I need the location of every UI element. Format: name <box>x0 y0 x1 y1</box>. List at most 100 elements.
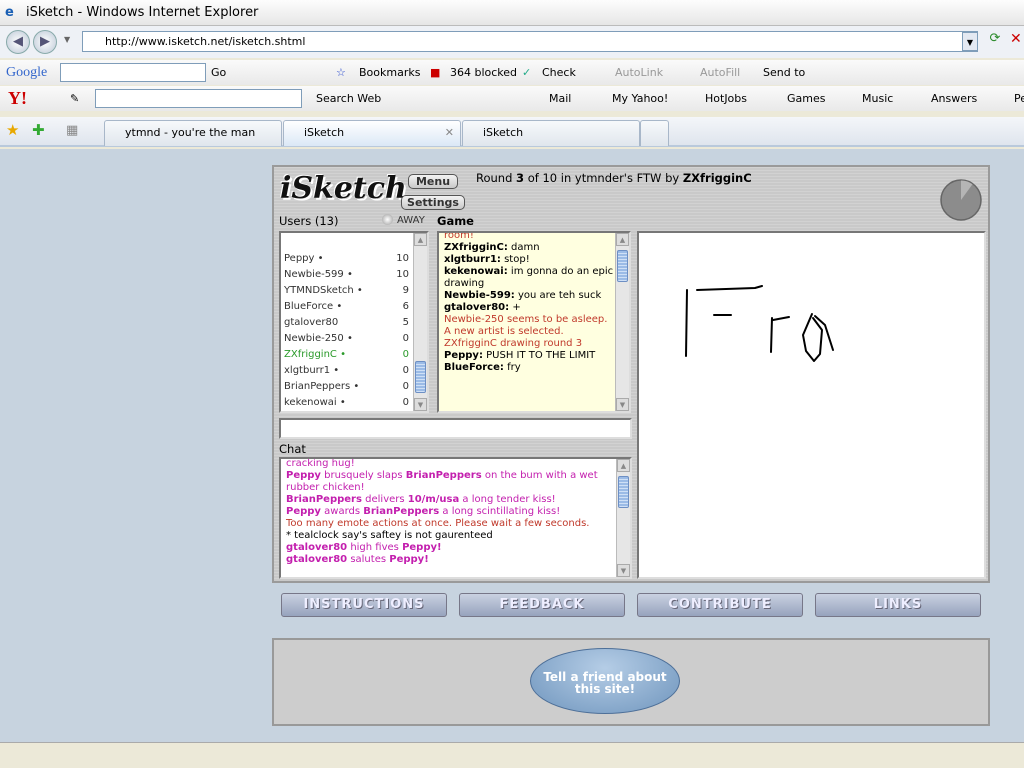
user-row[interactable]: BlueForce • 6 <box>284 299 409 315</box>
add-favorite-icon[interactable]: ✚ <box>32 121 45 139</box>
drawing-canvas[interactable] <box>637 231 986 579</box>
user-row[interactable]: xlgtburr1 • 0 <box>284 363 409 379</box>
user-row[interactable]: Newbie-250 • 0 <box>284 331 409 347</box>
scroll-thumb[interactable] <box>617 250 628 282</box>
window-title-bar: e iSketch - Windows Internet Explorer <box>0 0 1024 26</box>
user-score: 10 <box>396 269 409 280</box>
bookmarks-button[interactable]: Bookmarks <box>359 60 420 85</box>
address-dropdown-icon[interactable]: ▼ <box>962 32 978 51</box>
user-score: 0 <box>402 365 409 376</box>
tell-a-friend-button[interactable]: Tell a friend about this site! <box>530 648 680 714</box>
tab-label: iSketch <box>304 126 345 139</box>
send-to-button[interactable]: Send to <box>763 60 805 85</box>
user-row[interactable]: ZXfrigginC • 0 <box>284 347 409 363</box>
game-message: kekenowai: im gonna do an epic drawing <box>444 266 614 289</box>
user-row[interactable]: Newbie-599 • 10 <box>284 267 409 283</box>
user-score: 0 <box>402 333 409 344</box>
google-logo: Google <box>6 65 48 80</box>
away-label: AWAY <box>397 215 425 226</box>
my-yahoo-button[interactable]: My Yahoo! <box>612 86 668 111</box>
user-score: 0 <box>402 349 409 360</box>
search-web-button[interactable]: Search Web <box>316 86 381 111</box>
scroll-up-icon[interactable]: ▲ <box>414 233 427 246</box>
user-row[interactable]: YTMNDSketch • 9 <box>284 283 409 299</box>
user-score: 6 <box>402 301 409 312</box>
more-button[interactable]: Pe <box>1014 86 1024 111</box>
pencil-icon[interactable]: ✎ <box>70 86 79 111</box>
settings-button[interactable]: Settings <box>401 195 465 210</box>
away-radio[interactable] <box>382 214 393 225</box>
hotjobs-button[interactable]: HotJobs <box>705 86 747 111</box>
google-go-button[interactable]: Go <box>211 60 226 85</box>
chat-scrollbar[interactable]: ▲ ▼ <box>616 459 630 577</box>
feedback-button[interactable]: FEEDBACK <box>459 593 625 617</box>
user-name: Peppy • <box>284 253 324 264</box>
chat-message: BrianPeppers delivers 10/m/usa a long te… <box>286 494 556 505</box>
scroll-up-icon[interactable]: ▲ <box>616 233 629 246</box>
ie-icon: e <box>5 5 14 20</box>
user-row[interactable]: gtalover80 5 <box>284 315 409 331</box>
tab-label: iSketch <box>483 126 524 139</box>
menu-button[interactable]: Menu <box>408 174 458 189</box>
history-dropdown-icon[interactable]: ▼ <box>64 35 70 44</box>
chat-message: Too many emote actions at once. Please w… <box>286 518 590 529</box>
tab-isketch-active[interactable]: iSketch ✕ <box>283 120 461 146</box>
mail-button[interactable]: Mail <box>549 86 571 111</box>
stroke <box>685 289 688 357</box>
popup-blocked-count[interactable]: 364 blocked <box>450 60 517 85</box>
close-tab-icon[interactable]: ✕ <box>445 121 454 145</box>
scroll-down-icon[interactable]: ▼ <box>616 398 629 411</box>
answers-button[interactable]: Answers <box>931 86 977 111</box>
back-button[interactable]: ◀ <box>6 30 30 54</box>
user-name: Newbie-599 • <box>284 269 353 280</box>
stop-icon[interactable]: ✕ <box>1010 31 1022 47</box>
user-row[interactable]: kekenowai • 0 <box>284 395 409 411</box>
game-message: BlueForce: fry <box>444 362 521 373</box>
stroke <box>814 315 834 351</box>
address-input[interactable]: http://www.isketch.net/isketch.shtml <box>82 31 978 52</box>
refresh-icon[interactable]: ⟳ <box>984 31 1006 52</box>
user-row[interactable]: Peppy • 10 <box>284 251 409 267</box>
music-button[interactable]: Music <box>862 86 893 111</box>
scroll-thumb[interactable] <box>415 361 426 393</box>
scroll-thumb[interactable] <box>618 476 629 508</box>
user-row[interactable]: BrianPeppers • 0 <box>284 379 409 395</box>
yahoo-logo[interactable]: Y! <box>8 86 27 111</box>
check-button[interactable]: Check <box>542 60 576 85</box>
users-label: Users (13) <box>279 214 339 228</box>
chat-message: Peppy awards BrianPeppers a long scintil… <box>286 506 561 517</box>
tab-isketch[interactable]: iSketch <box>462 120 640 146</box>
user-name: YTMNDSketch • <box>284 285 363 296</box>
stroke <box>696 285 763 291</box>
user-name: kekenowai • <box>284 397 346 408</box>
favorites-star-icon[interactable]: ★ <box>6 121 19 139</box>
game-log-scrollbar[interactable]: ▲ ▼ <box>615 233 629 411</box>
guess-input[interactable] <box>279 418 632 439</box>
tab-ytmnd[interactable]: ytmnd - you're the man now ... <box>104 120 282 163</box>
scroll-up-icon[interactable]: ▲ <box>617 459 630 472</box>
game-message: ZXfrigginC drawing round 3 <box>444 338 583 349</box>
chat-message: cracking hug! <box>286 458 355 469</box>
scroll-down-icon[interactable]: ▼ <box>414 398 427 411</box>
users-scrollbar[interactable]: ▲ ▼ <box>413 233 427 411</box>
games-button[interactable]: Games <box>787 86 825 111</box>
new-tab-button[interactable] <box>640 120 669 146</box>
forward-button[interactable]: ▶ <box>33 30 57 54</box>
stroke <box>770 317 773 353</box>
instructions-button[interactable]: INSTRUCTIONS <box>281 593 447 617</box>
autofill-button[interactable]: AutoFill <box>700 60 740 85</box>
round-info: Round 3 of 10 in ytmnder's FTW by ZXfrig… <box>476 171 752 185</box>
google-search-input[interactable] <box>60 63 206 82</box>
tell-a-friend-label: Tell a friend about this site! <box>543 670 667 696</box>
user-name: BlueForce • <box>284 301 343 312</box>
scroll-down-icon[interactable]: ▼ <box>617 564 630 577</box>
game-message: room! <box>444 231 474 241</box>
yahoo-search-input[interactable] <box>95 89 302 108</box>
user-name: BrianPeppers • <box>284 381 360 392</box>
sketch-drawing <box>685 285 834 362</box>
links-button[interactable]: LINKS <box>815 593 981 617</box>
contribute-button[interactable]: CONTRIBUTE <box>637 593 803 617</box>
google-toolbar: Google Go ☆ Bookmarks ■ 364 blocked ✓ Ch… <box>0 60 1024 85</box>
autolink-button[interactable]: AutoLink <box>615 60 663 85</box>
quick-tabs-icon[interactable]: ▦ <box>66 123 78 138</box>
